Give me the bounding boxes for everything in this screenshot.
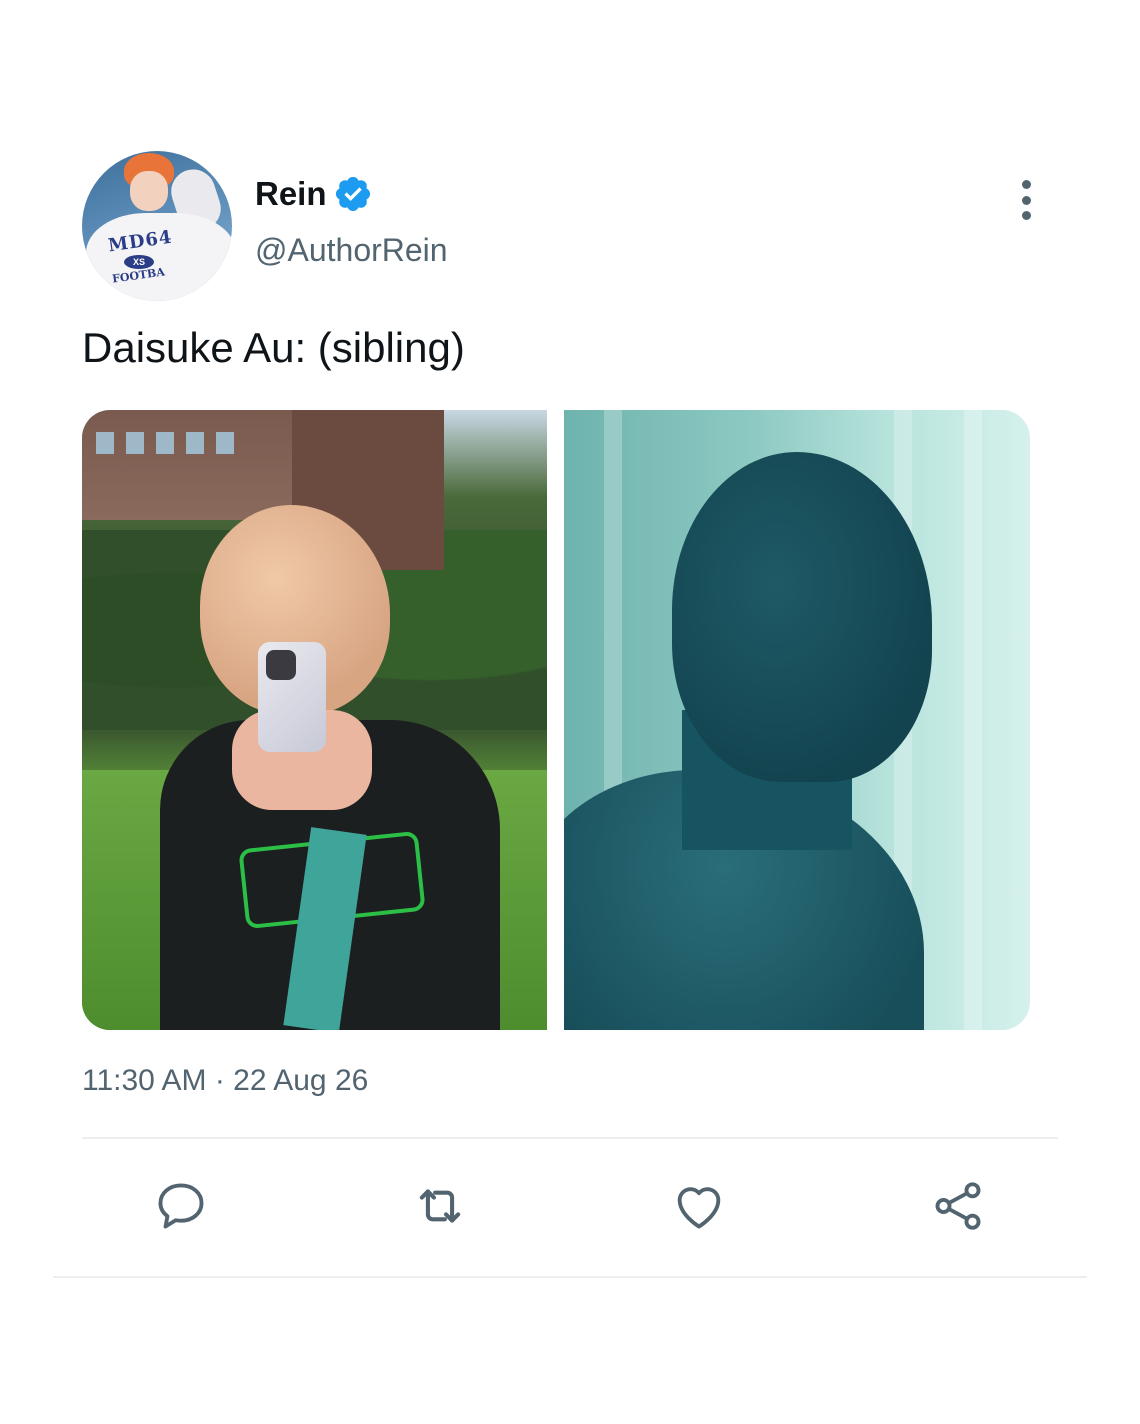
author-name-row: Rein — [255, 172, 373, 216]
more-options-icon[interactable] — [1014, 180, 1038, 220]
divider — [53, 1276, 1087, 1278]
photo-silhouette-head — [672, 452, 932, 782]
media-image-2[interactable] — [564, 410, 1030, 1030]
more-dot — [1021, 195, 1031, 205]
tweet-timestamp[interactable]: 11:30 AM · 22 Aug 26 — [82, 1064, 368, 1098]
author-display-name[interactable]: Rein — [255, 175, 327, 213]
tweet-text: Daisuke Au: (sibling) — [82, 324, 465, 371]
retweet-button[interactable] — [404, 1170, 476, 1242]
verified-badge-icon — [335, 176, 370, 212]
tweet-detail: MD64 XS FOOTBA Rein @AuthorRein Daisuke … — [0, 0, 1140, 1424]
avatar-face — [130, 171, 168, 211]
retweet-icon — [419, 1189, 461, 1223]
heart-icon — [677, 1187, 721, 1229]
like-button[interactable] — [663, 1170, 735, 1242]
share-button[interactable] — [922, 1170, 994, 1242]
photo-window — [126, 432, 144, 454]
comment-icon — [158, 1183, 204, 1229]
photo-window — [186, 432, 204, 454]
share-icon — [935, 1182, 981, 1230]
media-image-1[interactable] — [82, 410, 547, 1030]
more-dot — [1021, 211, 1031, 220]
author-handle[interactable]: @AuthorRein — [255, 232, 448, 269]
action-bar — [82, 1170, 1058, 1242]
reply-button[interactable] — [145, 1170, 217, 1242]
photo-curtain-fold — [964, 410, 982, 1030]
photo-window — [216, 432, 234, 454]
avatar[interactable]: MD64 XS FOOTBA — [82, 151, 232, 301]
photo-window — [96, 432, 114, 454]
divider — [82, 1137, 1058, 1139]
more-dot — [1021, 180, 1031, 189]
photo-window — [156, 432, 174, 454]
photo-phone-camera — [266, 650, 296, 680]
avatar-shirt — [86, 213, 232, 301]
